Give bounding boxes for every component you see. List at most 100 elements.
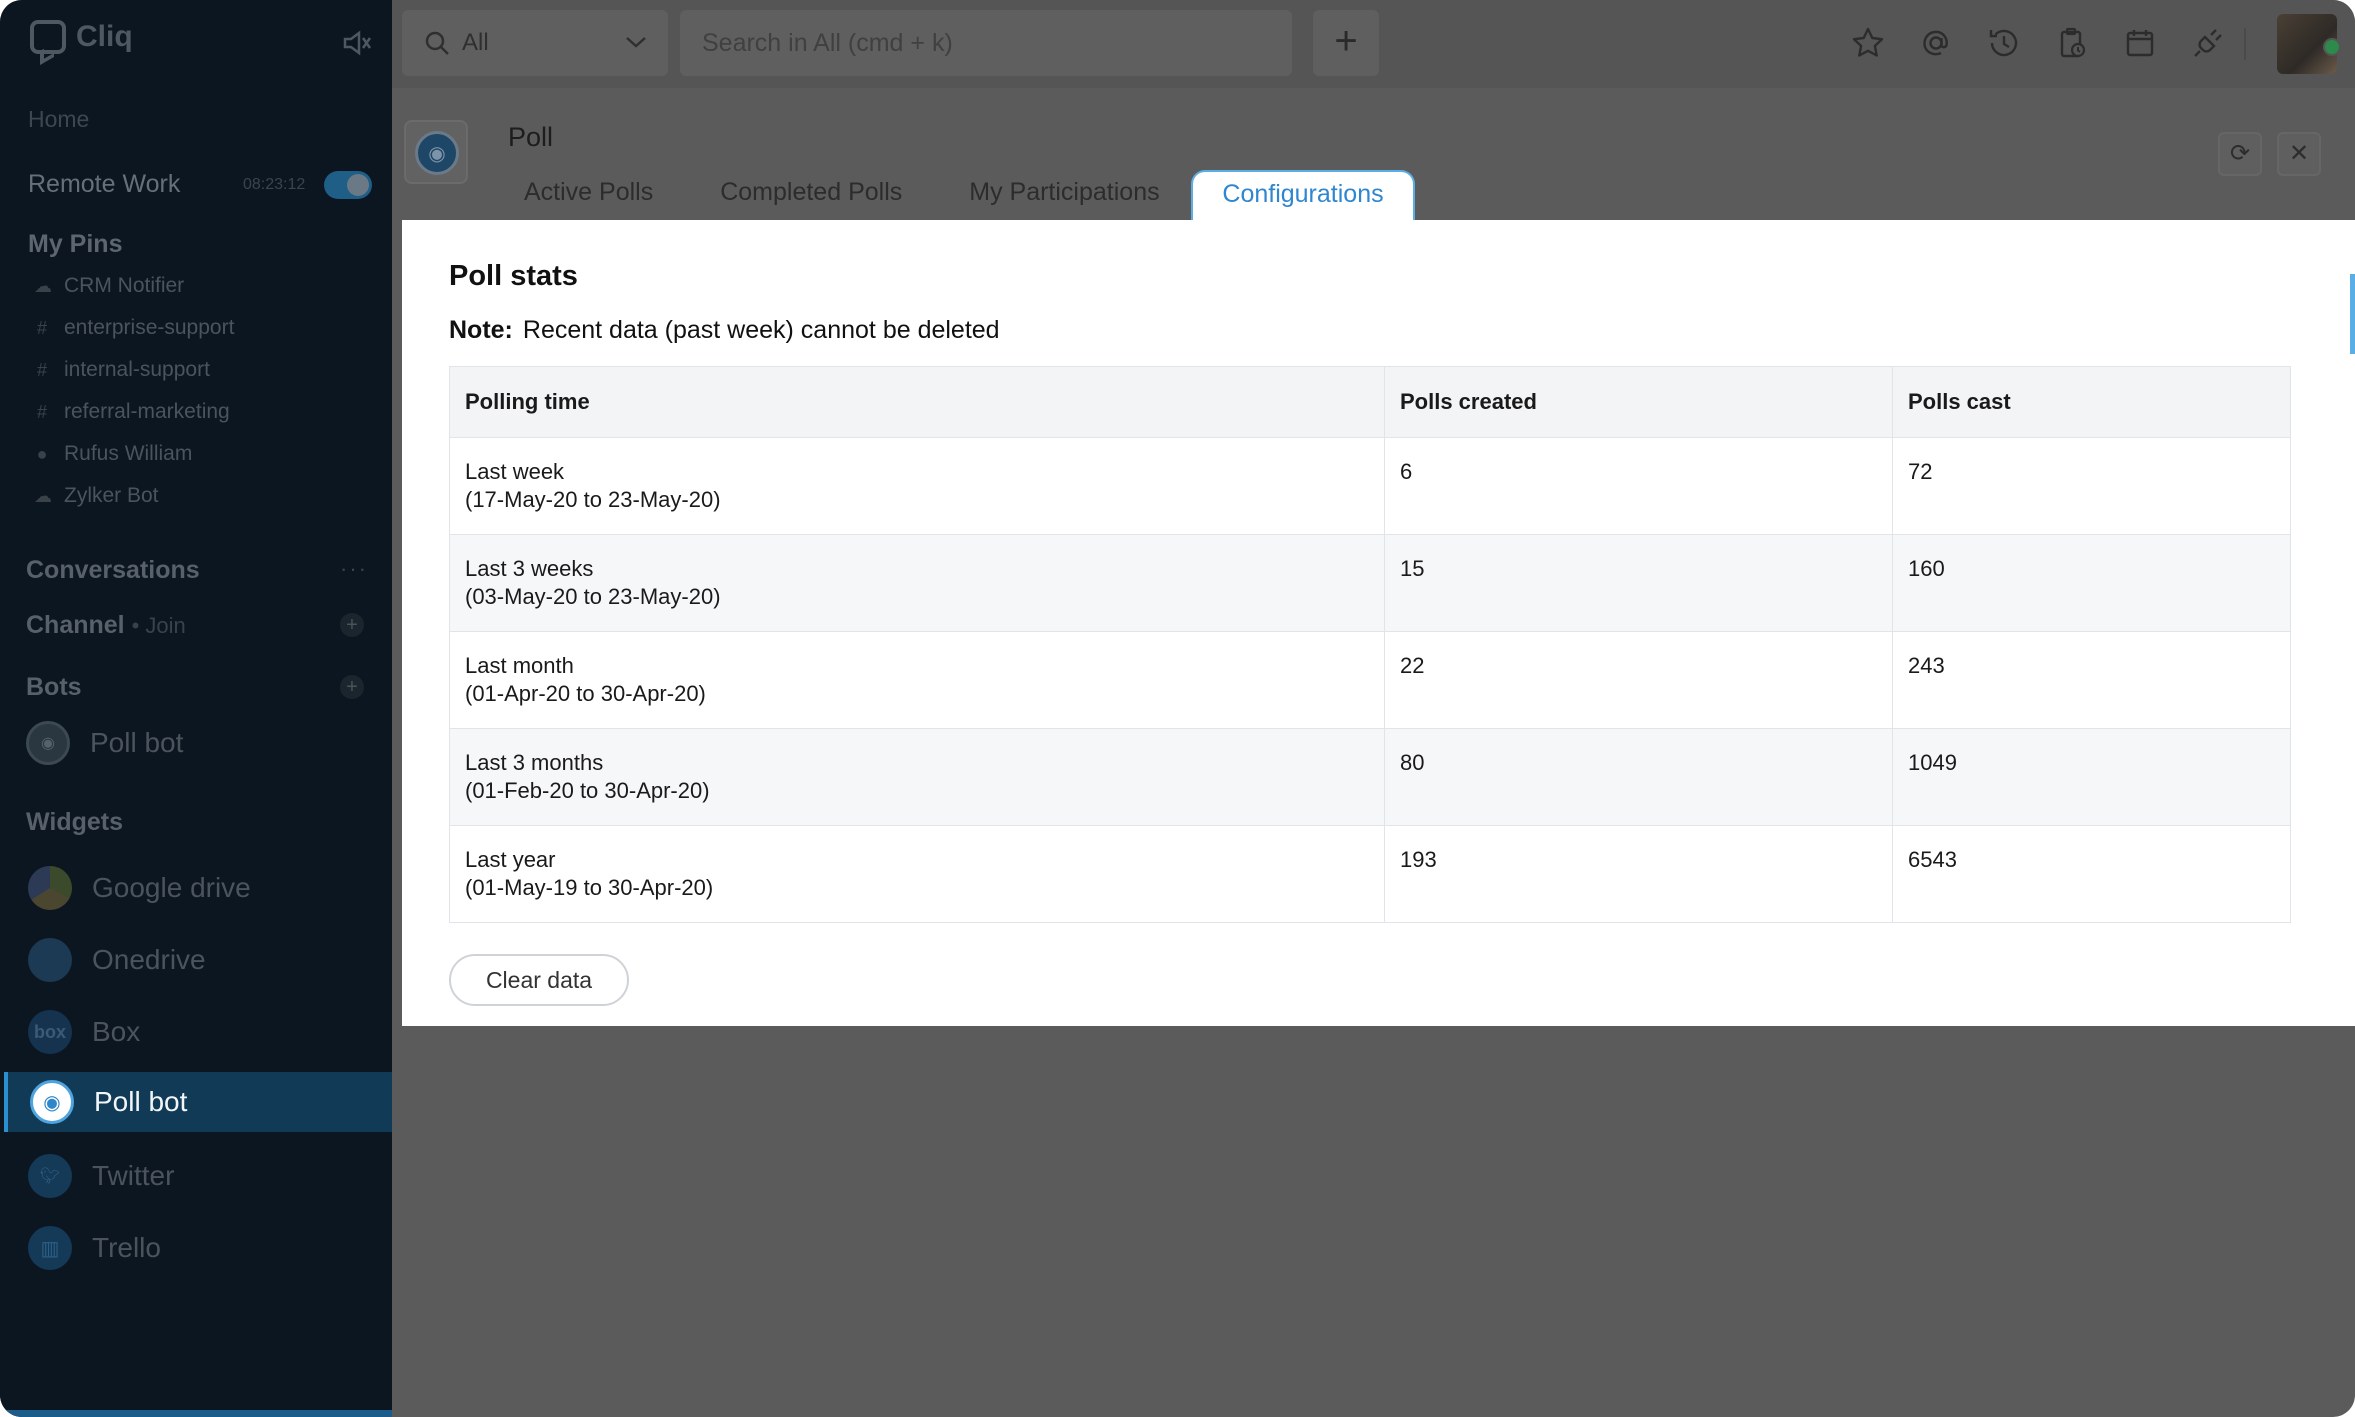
polling-time-cell: Last 3 months (01-Feb-20 to 30-Apr-20) (449, 728, 1385, 826)
user-status-icon: ● (36, 443, 48, 464)
polls-created-cell: 6 (1384, 437, 1893, 535)
pin-label: CRM Notifier (64, 274, 185, 297)
polls-cast-cell: 6543 (1892, 825, 2291, 923)
chat-logo-icon (30, 20, 66, 54)
polling-time-cell: Last month (01-Apr-20 to 30-Apr-20) (449, 631, 1385, 729)
polls-cast-cell: 160 (1892, 534, 2291, 632)
sidebar: Cliq Home Remote Work 08:23:12 My Pins ☁… (0, 0, 392, 1417)
onedrive-icon (28, 938, 72, 982)
more-options-icon[interactable]: ··· (340, 556, 368, 582)
period-range: (01-May-19 to 30-Apr-20) (465, 875, 714, 900)
poll-stats-table: Polling time Polls created Polls cast La… (449, 366, 2291, 923)
app-name: Cliq (76, 20, 133, 53)
refresh-icon: ⟳ (2229, 140, 2251, 167)
mute-icon[interactable] (342, 30, 372, 56)
chevron-down-icon (626, 37, 646, 48)
period-label: Last year (465, 847, 556, 872)
table-row: Last 3 months (01-Feb-20 to 30-Apr-20) 80… (449, 728, 2291, 826)
tab-active-polls[interactable]: Active Polls (524, 178, 653, 207)
widget-label: Trello (92, 1232, 161, 1263)
widget-label: Onedrive (92, 944, 206, 975)
search-input[interactable]: Search in All (cmd + k) (680, 10, 1292, 76)
add-channel-icon[interactable]: + (340, 613, 364, 637)
poll-stats-card: Poll stats Note: Recent data (past week) … (402, 220, 2355, 1026)
widget-item-poll-bot[interactable]: ◉ Poll bot (4, 1072, 392, 1132)
pin-label: referral-marketing (64, 400, 230, 423)
tab-my-participations[interactable]: My Participations (969, 178, 1159, 207)
new-item-button[interactable]: + (1313, 10, 1379, 76)
pin-label: Zylker Bot (64, 484, 159, 507)
period-range: (01-Feb-20 to 30-Apr-20) (465, 778, 710, 803)
widget-item-twitter[interactable]: 🐦︎ Twitter (28, 1154, 174, 1198)
poll-stats-note: Note: Recent data (past week) cannot be d… (449, 316, 1000, 345)
integrations-icon[interactable] (2191, 26, 2225, 60)
hash-icon: # (36, 359, 47, 380)
polls-created-cell: 80 (1384, 728, 1893, 826)
refresh-button[interactable]: ⟳ (2218, 132, 2262, 176)
table-header-row: Polling time Polls created Polls cast (449, 366, 2291, 438)
conversations-heading[interactable]: Conversations (26, 556, 200, 585)
add-bot-icon[interactable]: + (340, 675, 364, 699)
bots-heading[interactable]: Bots (26, 673, 82, 702)
table-row: Last week (17-May-20 to 23-May-20) 6 72 (449, 437, 2291, 535)
search-scope-select[interactable]: All (402, 10, 668, 76)
note-label: Note: (449, 316, 513, 344)
widget-item-trello[interactable]: ▥ Trello (28, 1226, 161, 1270)
polls-created-cell: 15 (1384, 534, 1893, 632)
pin-item-referral-marketing[interactable]: # referral-marketing (34, 400, 230, 424)
cloud-icon: ☁ (34, 275, 52, 296)
clear-data-button[interactable]: Clear data (449, 954, 629, 1006)
top-bar-icons (1851, 26, 2225, 60)
table-row: Last year (01-May-19 to 30-Apr-20) 193 65… (449, 825, 2291, 923)
pin-item-rufus-william[interactable]: ● Rufus William (34, 442, 193, 466)
active-widget-content: ◉ Poll bot (30, 1080, 187, 1124)
sidebar-bottom-bar (0, 1410, 392, 1417)
history-icon[interactable] (1987, 26, 2021, 60)
period-label: Last 3 months (465, 750, 604, 775)
channel-join-link[interactable]: • Join (132, 613, 186, 638)
widget-item-onedrive[interactable]: Onedrive (28, 938, 206, 982)
period-label: Last 3 weeks (465, 556, 594, 581)
polls-cast-cell: 72 (1892, 437, 2291, 535)
hash-icon: # (36, 317, 47, 338)
app-logo[interactable]: Cliq (30, 20, 133, 54)
reminder-icon[interactable] (2055, 26, 2089, 60)
widget-item-google-drive[interactable]: Google drive (28, 866, 251, 910)
channel-heading[interactable]: Channel • Join (26, 611, 186, 640)
top-bar: All Search in All (cmd + k) + (392, 0, 2355, 88)
polls-cast-cell: 1049 (1892, 728, 2291, 826)
user-avatar[interactable] (2277, 14, 2341, 74)
top-bar-divider (2244, 28, 2246, 60)
table-row: Last 3 weeks (03-May-20 to 23-May-20) 15 … (449, 534, 2291, 632)
star-icon[interactable] (1851, 26, 1885, 60)
polls-created-cell: 22 (1384, 631, 1893, 729)
polls-cast-cell: 243 (1892, 631, 2291, 729)
pin-item-enterprise-support[interactable]: # enterprise-support (34, 316, 234, 340)
remote-work-timer: 08:23:12 (243, 176, 306, 193)
poll-bot-icon: ◉ (415, 131, 459, 175)
twitter-icon: 🐦︎ (28, 1154, 72, 1198)
bot-item-poll-bot[interactable]: ◉ Poll bot (26, 721, 183, 765)
polling-time-cell: Last 3 weeks (03-May-20 to 23-May-20) (449, 534, 1385, 632)
panel-edge-accent (2350, 274, 2355, 354)
channel-label: Channel (26, 611, 125, 639)
tab-configurations[interactable]: Configurations (1191, 170, 1415, 220)
widget-label: Twitter (92, 1160, 175, 1191)
pin-item-internal-support[interactable]: # internal-support (34, 358, 210, 382)
close-button[interactable]: ✕ (2277, 132, 2321, 176)
poll-widget-icon: ◉ (404, 120, 468, 184)
period-range: (01-Apr-20 to 30-Apr-20) (465, 681, 706, 706)
sidebar-home[interactable]: Home (28, 106, 89, 133)
polling-time-cell: Last week (17-May-20 to 23-May-20) (449, 437, 1385, 535)
mention-icon[interactable] (1919, 26, 1953, 60)
pin-item-crm-notifier[interactable]: ☁ CRM Notifier (34, 274, 184, 298)
pin-item-zylker-bot[interactable]: ☁ Zylker Bot (34, 484, 159, 508)
remote-work-toggle[interactable] (324, 171, 372, 199)
hash-icon: # (36, 401, 47, 422)
widget-item-box[interactable]: box Box (28, 1010, 140, 1054)
widget-title: Poll (508, 122, 554, 152)
poll-bot-icon: ◉ (26, 721, 70, 765)
calendar-icon[interactable] (2123, 26, 2157, 60)
period-range: (17-May-20 to 23-May-20) (465, 487, 721, 512)
tab-completed-polls[interactable]: Completed Polls (720, 178, 902, 207)
